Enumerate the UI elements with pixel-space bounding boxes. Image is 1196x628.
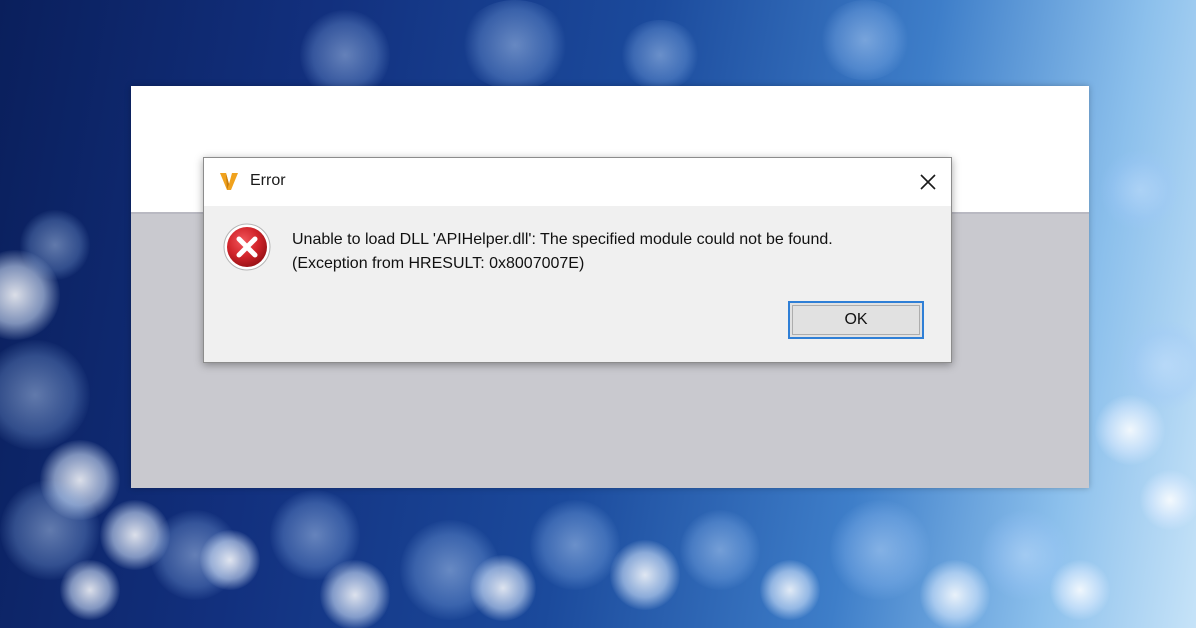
close-button[interactable]: [905, 158, 951, 206]
error-message: Unable to load DLL 'APIHelper.dll': The …: [292, 231, 833, 272]
error-icon: [222, 222, 272, 272]
error-dialog: Error Unable to load DLL 'APIHelper.dll'…: [203, 157, 952, 363]
dialog-title: Error: [250, 172, 286, 189]
close-icon: [919, 173, 937, 191]
dialog-titlebar[interactable]: Error: [204, 158, 951, 206]
ok-button-label: OK: [844, 311, 868, 328]
vendor-logo-icon: [218, 170, 240, 192]
ok-button[interactable]: OK: [788, 301, 924, 339]
